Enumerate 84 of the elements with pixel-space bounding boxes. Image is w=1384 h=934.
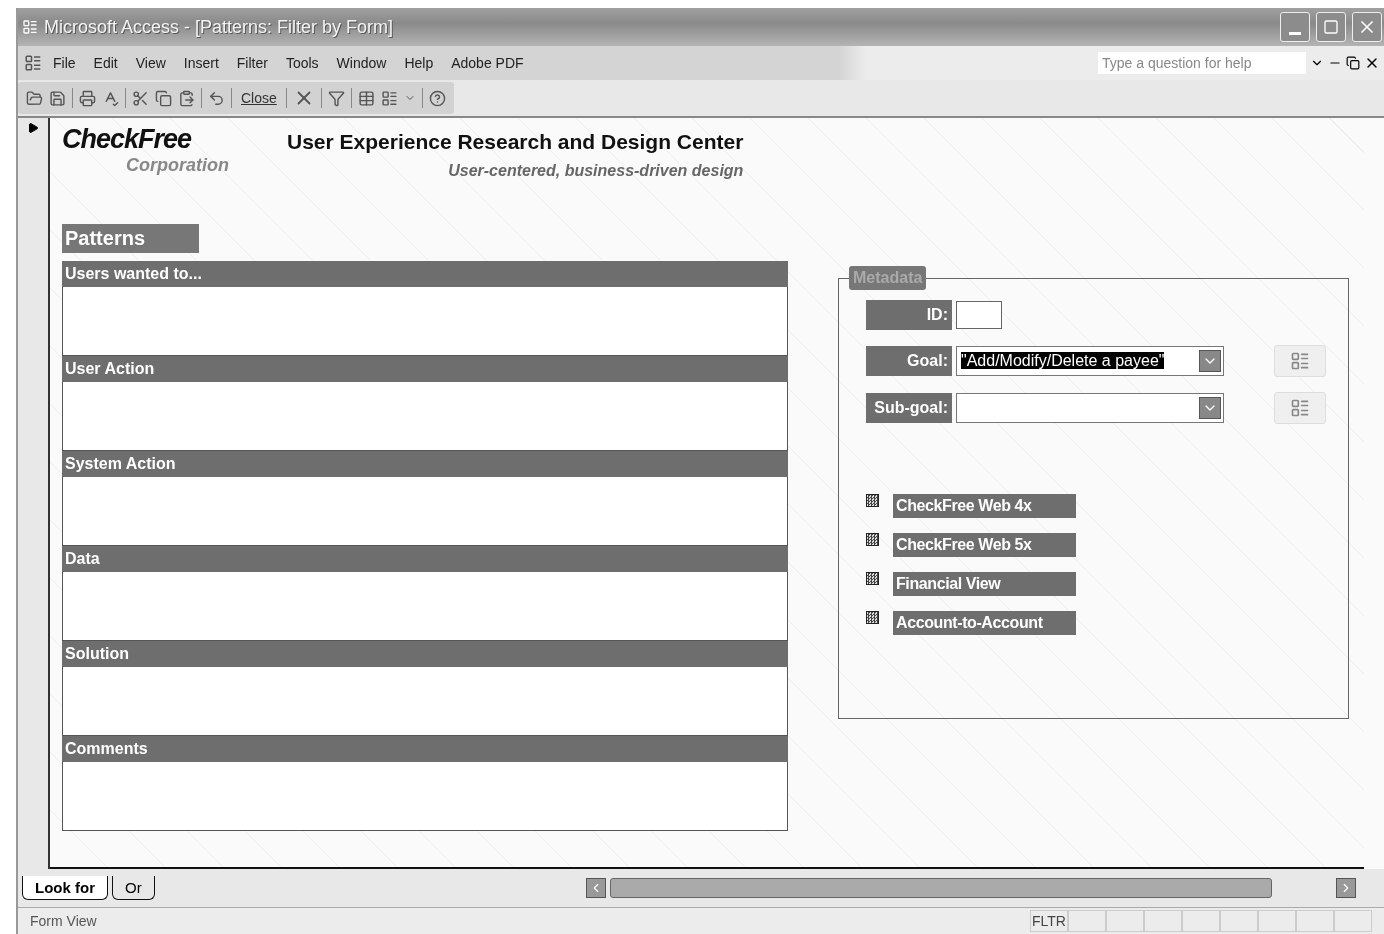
undo-icon[interactable] [208, 89, 225, 107]
folder-icon[interactable] [26, 89, 43, 107]
form-icon [1290, 398, 1310, 418]
checkbox-label: CheckFree Web 5x [893, 533, 1076, 557]
minimize-button[interactable] [1280, 12, 1310, 42]
maximize-button[interactable] [1316, 12, 1346, 42]
form-button[interactable] [1274, 392, 1326, 424]
text-field[interactable] [62, 762, 788, 831]
field-label: Goal: [866, 346, 952, 376]
checkbox[interactable] [866, 494, 879, 507]
save-icon[interactable] [49, 89, 66, 107]
checkbox[interactable] [866, 572, 879, 585]
paste-icon[interactable] [178, 89, 195, 107]
scroll-right-button[interactable] [1336, 878, 1356, 898]
table-icon[interactable] [357, 89, 375, 107]
scroll-left-button[interactable] [586, 878, 606, 898]
help-search-field[interactable]: Type a question for help [1098, 52, 1306, 74]
logo: CheckFree [62, 124, 192, 155]
maximize-icon [1323, 19, 1339, 35]
combo-box[interactable] [956, 393, 1224, 423]
menu-item[interactable]: Window [329, 53, 394, 73]
tab[interactable]: Look for [22, 876, 108, 900]
filter-icon[interactable] [327, 89, 345, 107]
status-indicator: FLTR [1030, 910, 1068, 932]
window-title: Microsoft Access - [Patterns: Filter by Form] [44, 16, 395, 38]
app-icon [22, 19, 38, 35]
printer-icon[interactable] [79, 89, 96, 107]
menu-item[interactable]: File [46, 53, 83, 73]
menu-item[interactable]: Insert [176, 53, 226, 73]
combo-box[interactable]: "Add/Modify/Delete a payee" [956, 346, 1224, 376]
status-pane [1334, 910, 1372, 932]
menu-item[interactable]: Adobe PDF [444, 53, 531, 73]
tab[interactable]: Or [112, 876, 155, 900]
section-title: Patterns [62, 224, 199, 253]
text-field[interactable] [62, 667, 788, 736]
combo-value: "Add/Modify/Delete a payee" [961, 352, 1165, 369]
checkbox-label: CheckFree Web 4x [893, 494, 1076, 518]
page-title: User Experience Research and Design Center [287, 130, 744, 154]
status-pane [1220, 910, 1258, 932]
field-label: System Action [62, 451, 788, 477]
checkbox[interactable] [866, 533, 879, 546]
dropdown-button[interactable] [1199, 397, 1221, 419]
text-field[interactable] [62, 572, 788, 641]
checkbox-label: Financial View [893, 572, 1076, 596]
status-pane [1068, 910, 1106, 932]
status-pane [1106, 910, 1144, 932]
menu-item[interactable]: View [128, 53, 173, 73]
close-button[interactable]: Close [238, 88, 280, 108]
help-icon[interactable] [428, 89, 446, 107]
dropdown-button[interactable] [1199, 350, 1221, 372]
field-label: Solution [62, 641, 788, 667]
checkbox-label: Account-to-Account [893, 611, 1076, 635]
field-label: Comments [62, 736, 788, 762]
scissors-icon[interactable] [132, 89, 149, 107]
status-pane [1144, 910, 1182, 932]
copy-icon[interactable] [155, 89, 172, 107]
scrollbar-thumb[interactable] [610, 878, 1272, 898]
menu-item[interactable]: Filter [229, 53, 275, 73]
text-field[interactable] [62, 382, 788, 451]
field-label: Users wanted to... [62, 261, 788, 287]
text-field[interactable] [62, 287, 788, 356]
menu-item[interactable]: Help [397, 53, 441, 73]
field-label: Sub-goal: [866, 393, 952, 423]
record-selector-icon[interactable] [27, 122, 39, 134]
menu-item[interactable]: Edit [86, 53, 125, 73]
checkbox[interactable] [866, 611, 879, 624]
status-pane [1258, 910, 1296, 932]
menu-item[interactable]: Tools [278, 53, 326, 73]
restore-icon[interactable] [1346, 56, 1360, 70]
form-button[interactable] [1274, 345, 1326, 377]
input-field[interactable] [956, 301, 1002, 329]
form-icon[interactable] [24, 54, 42, 72]
close-button[interactable] [1352, 12, 1382, 42]
text-field[interactable] [62, 477, 788, 546]
field-label: User Action [62, 356, 788, 382]
minimize-icon [1289, 31, 1301, 35]
logo-subtitle: Corporation [126, 155, 229, 176]
status-pane [1182, 910, 1220, 932]
status-pane [1296, 910, 1334, 932]
field-label: Data [62, 546, 788, 572]
tagline: User-centered, business-driven design [448, 162, 744, 180]
field-label: ID: [866, 300, 952, 330]
form-icon [1290, 351, 1310, 371]
status-text: Form View [29, 913, 98, 929]
